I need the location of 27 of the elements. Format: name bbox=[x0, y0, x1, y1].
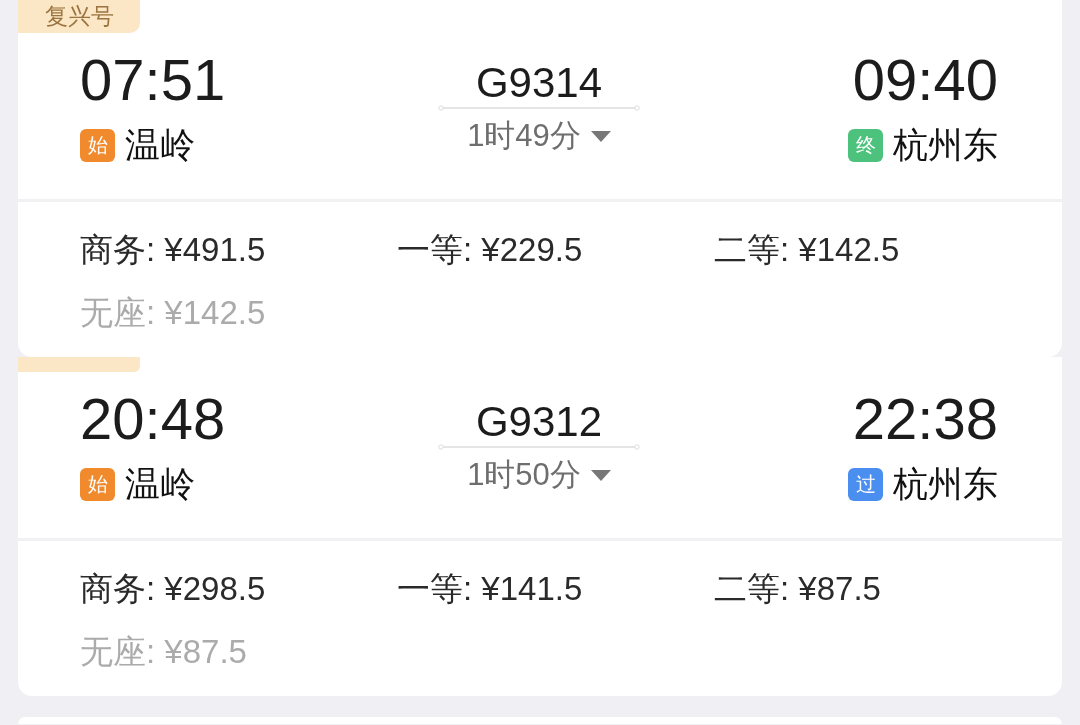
station-badge: 终 bbox=[848, 128, 883, 162]
arrival-time: 09:40 bbox=[852, 51, 998, 109]
fare-price: 无座: ¥142.5 bbox=[80, 295, 267, 331]
fare-price: 一等: ¥141.5 bbox=[397, 571, 584, 607]
caret-down-icon[interactable] bbox=[590, 130, 611, 142]
station-badge: 始 bbox=[80, 467, 115, 501]
caret-down-icon[interactable] bbox=[590, 469, 611, 481]
fare-price: 一等: ¥229.5 bbox=[397, 232, 584, 268]
station-name: 杭州东 bbox=[893, 464, 998, 504]
train-number: G9312 bbox=[475, 400, 603, 444]
station-badge: 始 bbox=[80, 128, 115, 162]
fare-price: 二等: ¥87.5 bbox=[714, 571, 882, 607]
travel-duration: 1时50分 bbox=[467, 457, 581, 493]
departure-time: 07:51 bbox=[80, 51, 226, 109]
arrival-time: 22:38 bbox=[852, 390, 998, 448]
fare-price: 商务: ¥298.5 bbox=[80, 571, 267, 607]
station-name: 温岭 bbox=[125, 464, 195, 504]
fare-price: 二等: ¥142.5 bbox=[714, 232, 901, 268]
fare-price: 无座: ¥87.5 bbox=[80, 634, 248, 670]
station-name: 杭州东 bbox=[893, 125, 998, 165]
train-number: G9314 bbox=[475, 61, 603, 105]
departure-time: 20:48 bbox=[80, 390, 226, 448]
train-type-tag: 复兴号 bbox=[18, 0, 140, 33]
station-badge: 过 bbox=[848, 467, 883, 501]
station-name: 温岭 bbox=[125, 125, 195, 165]
fare-price: 商务: ¥491.5 bbox=[80, 232, 267, 268]
travel-duration: 1时49分 bbox=[467, 118, 581, 154]
